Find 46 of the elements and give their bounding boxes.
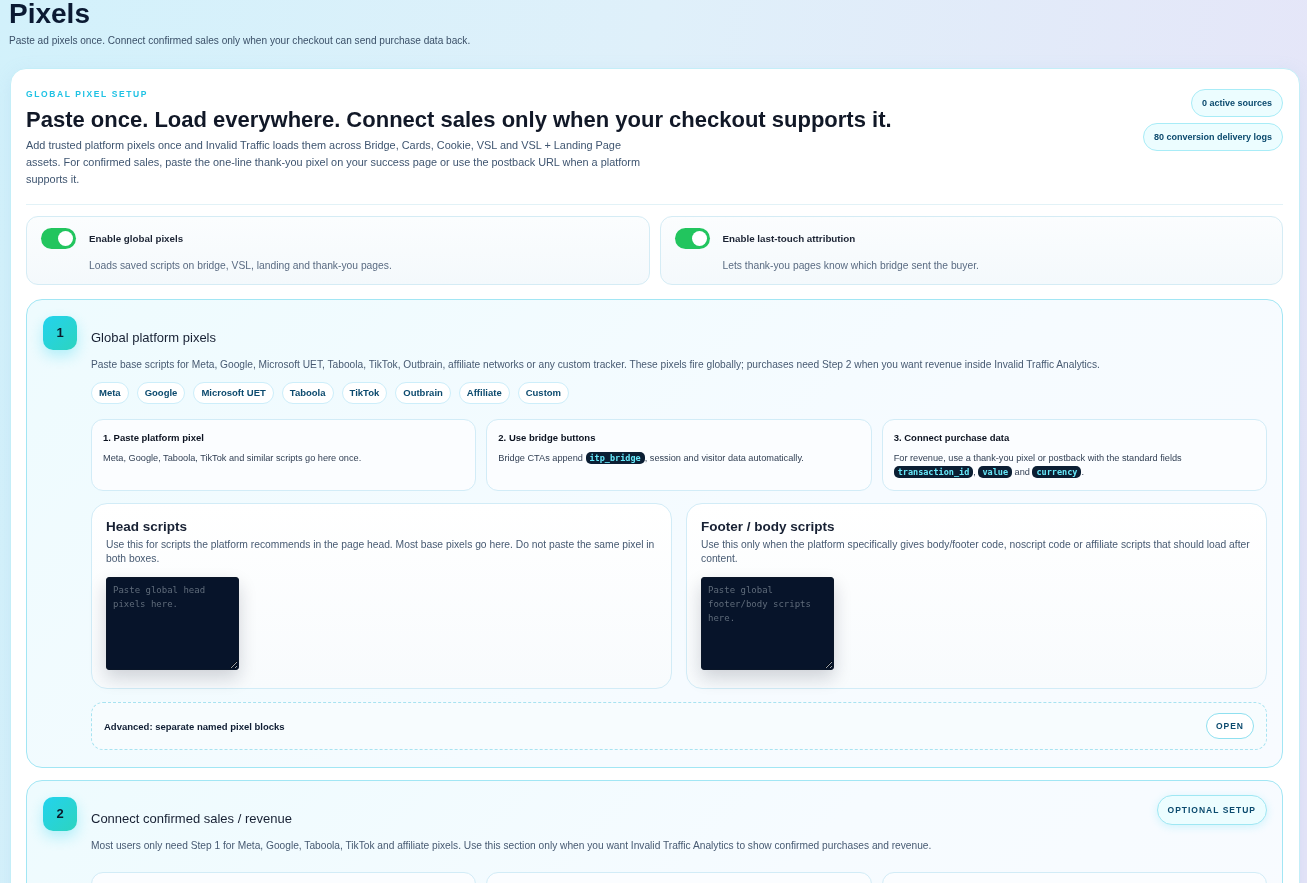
- toggle-description: Loads saved scripts on bridge, VSL, landing and thank-you pages.: [89, 259, 393, 272]
- step-title: Global platform pixels: [91, 330, 216, 346]
- section-eyebrow: GLOBAL PIXEL SETUP: [26, 89, 149, 100]
- advanced-label: Advanced: separate named pixel blocks: [104, 720, 285, 732]
- open-button[interactable]: OPEN: [1205, 713, 1254, 739]
- toggle-label: Enable last-touch attribution: [722, 232, 857, 245]
- info-card-text: Bridge CTAs append itp_bridge , session and visitor data automatically.: [498, 451, 805, 465]
- step-description: Paste base scripts for Meta, Google, Microsoft UET, Taboola, TikTok, Outbrain, affiliate networks or any custom tracker. These pixels fire globally; purchases need Step 2 when you want revenue inside Invalid Traffic Analytics.: [91, 358, 1101, 371]
- info-card-text: For revenue, use a thank-you pixel or postback with the standard fields transaction_id , value and currency .: [893, 452, 1183, 479]
- setup-description: Add trusted platform pixels once and Invalid Traffic loads them across Bridge, Cards, Cookie, VSL and VSL + Landing Page assets. For confirmed sales, paste the one-line thank-you pixel on your success page or use the postback URL when a platform supports it.: [26, 138, 642, 187]
- step-title: Connect confirmed sales / revenue: [91, 811, 292, 827]
- inline-code: value: [978, 466, 1012, 478]
- inline-code: currency: [1032, 466, 1082, 478]
- info-card-title: 1. Paste platform pixel: [103, 431, 205, 444]
- platform-tag: Google: [136, 382, 186, 404]
- page-subtitle: Paste ad pixels once. Connect confirmed sales only when your checkout can send purchase data back.: [9, 35, 472, 47]
- script-card-title: Head scripts: [106, 518, 189, 536]
- toggle-switch[interactable]: [674, 228, 710, 249]
- status-pill: 80 conversion delivery logs: [1142, 123, 1283, 151]
- step-number: 1: [43, 316, 77, 350]
- step-number: 2: [43, 797, 77, 831]
- platform-tag: Meta: [91, 382, 129, 404]
- page-title: Pixels: [9, 0, 91, 28]
- code-input-field[interactable]: Paste global head pixels here.: [106, 577, 239, 670]
- toggle-label: Enable global pixels: [89, 232, 185, 245]
- info-card-title: 2. Use bridge buttons: [498, 431, 597, 444]
- platform-tag: Microsoft UET: [193, 382, 274, 404]
- inline-code: transaction_id: [893, 466, 974, 478]
- script-card-description: Use this for scripts the platform recommends in the page head. Most base pixels go here. Do not paste the same pixel in both boxes.: [106, 538, 656, 566]
- toggle-description: Lets thank-you pages know which bridge sent the buyer.: [722, 259, 980, 272]
- setup-heading: Paste once. Load everywhere. Connect sales only when your checkout supports it.: [26, 107, 892, 133]
- platform-tag: TikTok: [341, 382, 388, 404]
- info-card-text: Meta, Google, Taboola, TikTok and similar scripts go here once.: [103, 452, 363, 465]
- step-description: Most users only need Step 1 for Meta, Google, Taboola, TikTok and affiliate pixels. Use this section only when you want Invalid Traffic Analytics to show confirmed purchases and revenue.: [91, 839, 933, 852]
- status-pill: 0 active sources: [1190, 89, 1283, 117]
- toggle-switch[interactable]: [41, 228, 76, 249]
- code-input-field[interactable]: Paste global footer/body scripts here.: [701, 577, 834, 670]
- script-card-description: Use this only when the platform specifically gives body/footer code, noscript code or affiliate scripts that should load after content.: [701, 538, 1251, 566]
- optional-setup-button[interactable]: OPTIONAL SETUP: [1156, 795, 1267, 825]
- platform-tag: Outbrain: [395, 382, 451, 404]
- platform-tag: Custom: [517, 382, 570, 404]
- platform-tag: Taboola: [281, 382, 334, 404]
- script-card-title: Footer / body scripts: [701, 518, 836, 536]
- info-card-title: 3. Connect purchase data: [893, 431, 1011, 444]
- inline-code: itp_bridge: [585, 452, 645, 464]
- platform-tag: Affiliate: [458, 382, 510, 404]
